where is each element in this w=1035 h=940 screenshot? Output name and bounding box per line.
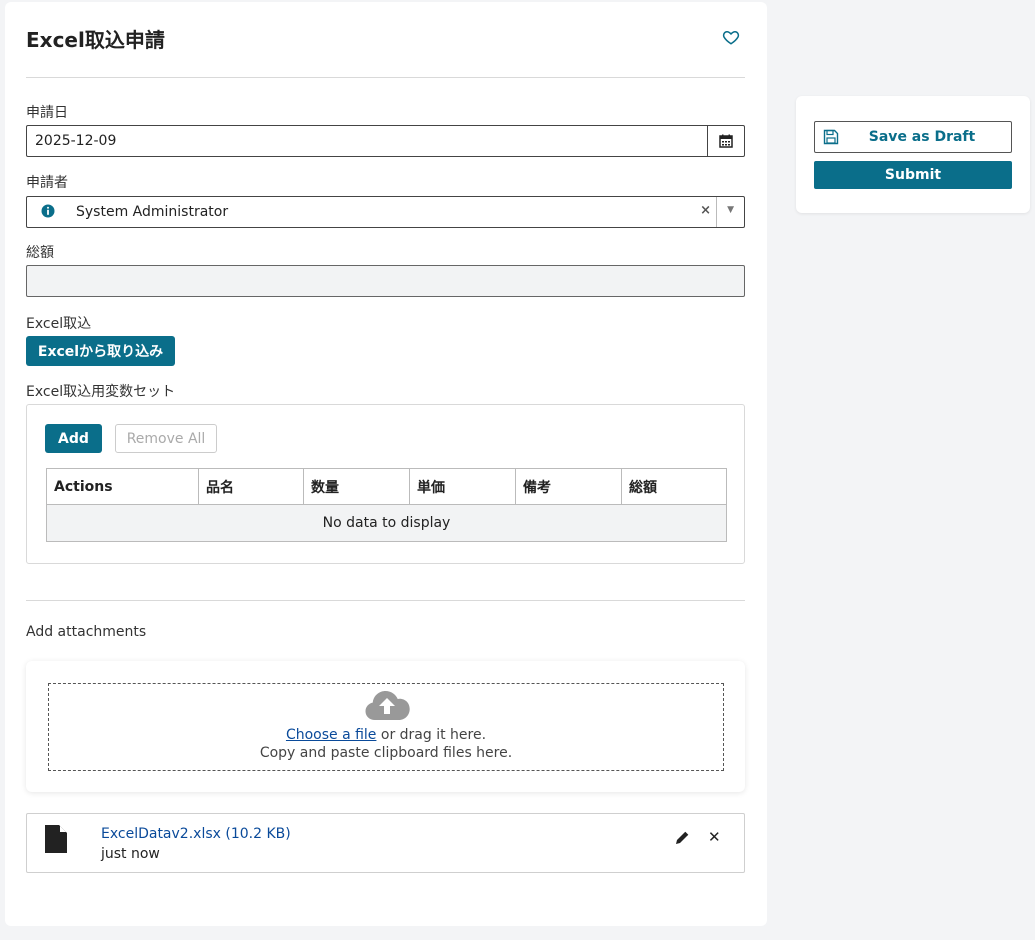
cloud-upload-icon [365, 691, 410, 720]
close-icon[interactable]: ✕ [708, 830, 722, 845]
clear-icon[interactable]: × [700, 203, 711, 218]
info-icon [41, 204, 55, 218]
save-draft-button[interactable]: Save as Draft [814, 121, 1012, 153]
calendar-icon [719, 134, 733, 148]
total-field [26, 265, 745, 297]
applicant-value: System Administrator [76, 204, 229, 220]
heart-icon[interactable] [722, 28, 740, 46]
variable-set-panel: Add Remove All Actions 品名 数量 単価 備考 総額 No… [26, 404, 745, 564]
submit-button[interactable]: Submit [814, 161, 1012, 189]
file-timestamp: just now [101, 846, 160, 862]
column-header: 単価 [409, 468, 516, 505]
form-card: Excel取込申請 申請日 2025-12-09 申請者 System Admi… [5, 2, 767, 926]
empty-message: No data to display [46, 504, 727, 542]
page-title: Excel取込申請 [26, 28, 165, 52]
attachments-label: Add attachments [26, 624, 147, 640]
excel-import-button[interactable]: Excelから取り込み [26, 336, 175, 366]
table-header-row: Actions 品名 数量 単価 備考 総額 [46, 468, 727, 505]
add-button[interactable]: Add [45, 424, 102, 453]
drop-instructions: Choose a file or drag it here. [49, 727, 723, 743]
calendar-button[interactable] [707, 126, 744, 156]
applicant-select[interactable]: System Administrator × ▼ [26, 196, 745, 228]
paste-text: Copy and paste clipboard files here. [259, 745, 513, 761]
attachment-card: Choose a file or drag it here. Copy and … [26, 661, 745, 792]
date-field[interactable]: 2025-12-09 [26, 125, 745, 157]
choose-file-link[interactable]: Choose a file [286, 727, 377, 743]
file-dropzone[interactable]: Choose a file or drag it here. Copy and … [48, 683, 724, 771]
variable-set-table: Actions 品名 数量 単価 備考 総額 No data to displa… [46, 468, 727, 542]
column-header: 備考 [515, 468, 622, 505]
actions-card: Save as Draft Submit [796, 96, 1030, 213]
select-divider [716, 197, 717, 227]
column-header: 数量 [303, 468, 410, 505]
column-header: 品名 [198, 468, 304, 505]
excel-import-label: Excel取込 [26, 316, 92, 332]
chevron-down-icon[interactable]: ▼ [727, 205, 734, 215]
column-header: 総額 [621, 468, 727, 505]
column-header: Actions [46, 468, 199, 505]
date-label: 申請日 [26, 105, 68, 121]
file-name-link[interactable]: ExcelDatav2.xlsx (10.2 KB) [101, 826, 291, 842]
divider [26, 600, 745, 601]
table-row: No data to display [46, 504, 727, 542]
attachment-item: ExcelDatav2.xlsx (10.2 KB) just now ✕ [26, 813, 745, 873]
divider [26, 77, 745, 78]
remove-all-button: Remove All [115, 424, 217, 453]
file-icon [45, 825, 67, 853]
total-label: 総額 [26, 245, 54, 261]
applicant-label: 申請者 [26, 175, 68, 191]
variable-set-label: Excel取込用変数セット [26, 384, 176, 400]
date-value: 2025-12-09 [35, 133, 117, 149]
save-draft-label: Save as Draft [868, 129, 976, 145]
pencil-icon[interactable] [675, 831, 689, 845]
drag-text: or drag it here. [376, 727, 487, 743]
